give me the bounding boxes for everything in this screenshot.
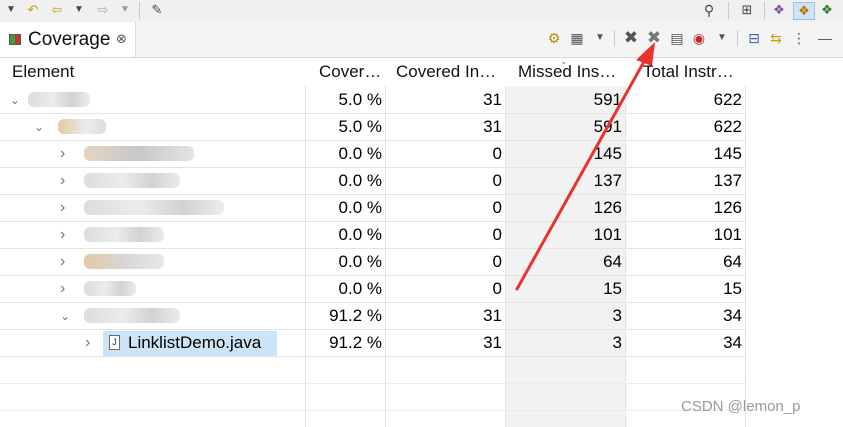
watermark: CSDN @lemon_p <box>681 398 801 415</box>
annotation-arrow <box>515 42 655 291</box>
